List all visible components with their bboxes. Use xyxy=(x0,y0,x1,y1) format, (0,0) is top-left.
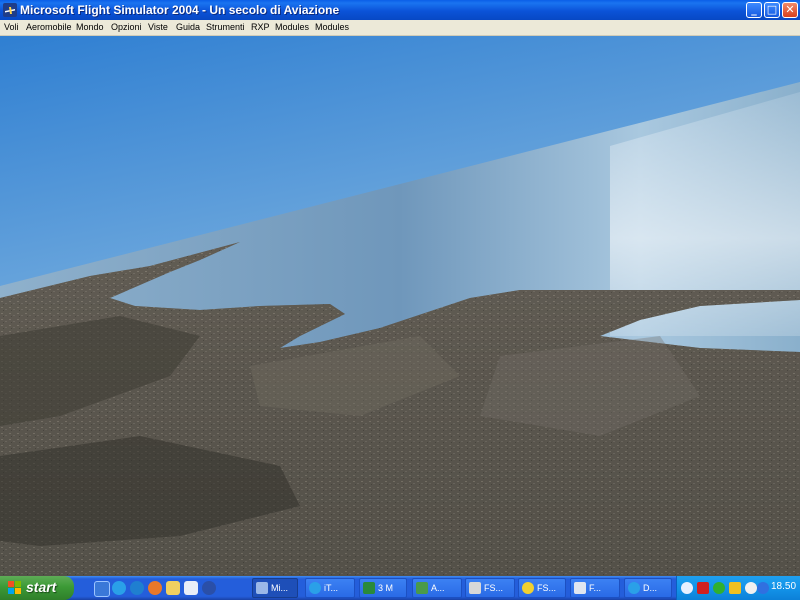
window-icon xyxy=(574,582,586,594)
task-button-4[interactable]: A... xyxy=(412,578,462,598)
browser-icon xyxy=(309,582,321,594)
start-label: start xyxy=(26,579,57,595)
menu-bar: Voli Aeromobile Mondo Opzioni Viste Guid… xyxy=(0,20,800,36)
task-button-5[interactable]: FS... xyxy=(465,578,515,598)
tray-update-icon[interactable] xyxy=(757,582,769,594)
plane-icon xyxy=(256,582,268,594)
internet-explorer-icon[interactable] xyxy=(112,581,126,595)
flight-simulator-icon xyxy=(3,3,17,17)
menu-aeromobile[interactable]: Aeromobile xyxy=(26,22,72,32)
task-button-2[interactable]: iT... xyxy=(305,578,355,598)
tray-antivirus-icon[interactable] xyxy=(697,582,709,594)
windows-explorer-icon[interactable] xyxy=(166,581,180,595)
media-player-icon[interactable] xyxy=(202,581,216,595)
tray-security-icon[interactable] xyxy=(729,582,741,594)
menu-mondo[interactable]: Mondo xyxy=(76,22,104,32)
tray-messenger-icon[interactable] xyxy=(713,582,725,594)
ie-shortcut-icon[interactable] xyxy=(130,581,144,595)
tray-volume-icon[interactable] xyxy=(745,582,757,594)
task-button-3[interactable]: 3 M xyxy=(359,578,407,598)
clock: 18.50 xyxy=(771,581,797,592)
minimize-button[interactable]: _ xyxy=(746,2,762,18)
menu-modules-2[interactable]: Modules xyxy=(315,22,349,32)
menu-strumenti[interactable]: Strumenti xyxy=(206,22,245,32)
outlook-icon[interactable] xyxy=(184,581,198,595)
task-button-7[interactable]: F... xyxy=(570,578,620,598)
menu-modules-1[interactable]: Modules xyxy=(275,22,309,32)
firefox-icon[interactable] xyxy=(148,581,162,595)
show-desktop-icon[interactable] xyxy=(94,581,110,597)
scenery-view xyxy=(0,36,800,576)
plane-icon xyxy=(416,582,428,594)
windows-logo-icon xyxy=(8,581,21,594)
task-button-8[interactable]: D... xyxy=(624,578,672,598)
task-button-flight-simulator[interactable]: Mi... xyxy=(252,578,298,598)
menu-viste[interactable]: Viste xyxy=(148,22,168,32)
fs-icon xyxy=(522,582,534,594)
fs-icon xyxy=(469,582,481,594)
window-title: Microsoft Flight Simulator 2004 - Un sec… xyxy=(20,3,340,17)
maximize-button[interactable]: □ xyxy=(764,2,780,18)
menu-guida[interactable]: Guida xyxy=(176,22,200,32)
menu-rxp[interactable]: RXP xyxy=(251,22,270,32)
system-tray: 18.50 xyxy=(676,576,800,600)
taskbar: start Mi... iT... 3 M A... FS... FS... F… xyxy=(0,576,800,600)
excel-icon xyxy=(363,582,375,594)
menu-opzioni[interactable]: Opzioni xyxy=(111,22,142,32)
menu-voli[interactable]: Voli xyxy=(4,22,19,32)
task-button-6[interactable]: FS... xyxy=(518,578,566,598)
title-bar[interactable]: Microsoft Flight Simulator 2004 - Un sec… xyxy=(0,0,800,20)
simulator-viewport[interactable] xyxy=(0,36,800,576)
close-button[interactable]: ✕ xyxy=(782,2,798,18)
start-button[interactable]: start xyxy=(0,576,74,600)
tray-network-icon[interactable] xyxy=(681,582,693,594)
browser-icon xyxy=(628,582,640,594)
